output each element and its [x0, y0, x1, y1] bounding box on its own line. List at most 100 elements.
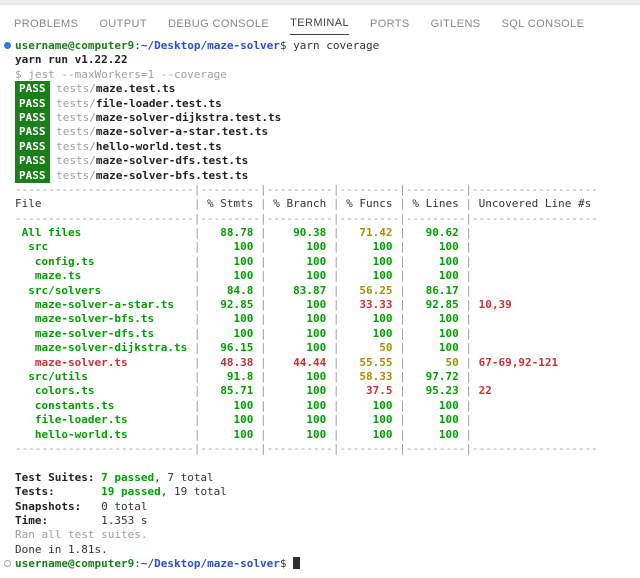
text-segment: | — [333, 284, 340, 297]
summary-label: Tests: — [15, 485, 101, 498]
coverage-cell: 100 — [406, 428, 466, 441]
text-segment: | — [399, 370, 406, 383]
command-decoration-icon[interactable] — [4, 560, 11, 567]
panel-tab-bar: PROBLEMS OUTPUT DEBUG CONSOLE TERMINAL PORTS… — [0, 5, 640, 35]
text-segment: | — [333, 341, 340, 354]
text-segment: | — [260, 269, 267, 282]
coverage-cell: 100 — [406, 327, 466, 340]
coverage-cell: 100 — [200, 428, 260, 441]
terminal-cursor — [293, 557, 300, 569]
coverage-cell: 100 — [340, 399, 400, 412]
summary-line: Time: 1.353 s — [3, 514, 640, 528]
prompt-user: username@computer9 — [15, 557, 134, 570]
text-segment: ---------------------------|---------|--… — [15, 183, 598, 196]
text-segment: | — [399, 399, 406, 412]
table-row: maze-solver-a-star.ts | 92.85 | 100 | 33… — [3, 298, 640, 312]
text-segment: | — [260, 428, 267, 441]
coverage-cell: 100 — [340, 312, 400, 325]
summary-total: 1.353 s — [101, 514, 147, 527]
coverage-cell: 58.33 — [340, 370, 400, 383]
test-dir: tests/ — [56, 125, 96, 138]
text-segment: | — [260, 197, 267, 210]
coverage-cell: 100 — [200, 255, 260, 268]
tab-output[interactable]: OUTPUT — [99, 18, 147, 35]
coverage-cell: 44.44 — [267, 356, 333, 369]
text-segment: | — [333, 312, 340, 325]
prompt-separator: : — [134, 39, 141, 52]
column-header: % Lines — [406, 197, 466, 210]
prompt-user: username@computer9 — [15, 39, 134, 52]
tab-ports[interactable]: PORTS — [370, 18, 410, 35]
text-segment: | — [399, 298, 406, 311]
summary-line: Tests: 19 passed, 19 total — [3, 485, 640, 499]
coverage-cell: 100 — [267, 428, 333, 441]
table-row: maze-solver-dijkstra.ts | 96.15 | 100 | … — [3, 341, 640, 355]
coverage-cell: 55.55 — [340, 356, 400, 369]
coverage-cell: 88.78 — [200, 226, 260, 239]
pass-line: PASS tests/hello-world.test.ts — [3, 140, 640, 154]
summary-passed: 7 passed — [101, 471, 154, 484]
coverage-cell: 48.38 — [200, 356, 260, 369]
text-segment: | — [260, 413, 267, 426]
text-segment: | — [465, 255, 472, 268]
table-row: All files | 88.78 | 90.38 | 71.42 | 90.6… — [3, 226, 640, 240]
coverage-cell: 100 — [340, 255, 400, 268]
text-segment: | — [465, 327, 472, 340]
text-segment: | — [465, 384, 472, 397]
yarn-version-line: yarn run v1.22.22 — [3, 53, 640, 67]
text-segment: | — [333, 356, 340, 369]
summary-line: Snapshots: 0 total — [3, 500, 640, 514]
decoration-gutter — [3, 557, 15, 571]
command-decoration-icon[interactable] — [4, 42, 11, 49]
command-text: yarn coverage — [293, 39, 379, 52]
file-cell: src/utils — [15, 370, 194, 383]
file-cell: hello-world.ts — [15, 428, 194, 441]
text-segment: | — [260, 298, 267, 311]
text-segment: | — [333, 413, 340, 426]
coverage-cell: 83.87 — [267, 284, 333, 297]
test-filename: file-loader.test.ts — [96, 97, 222, 110]
pass-line: PASS tests/maze-solver-dijkstra.test.ts — [3, 111, 640, 125]
coverage-cell: 100 — [200, 399, 260, 412]
coverage-cell: 56.25 — [340, 284, 400, 297]
coverage-cell: 100 — [200, 413, 260, 426]
text-segment: | — [399, 356, 406, 369]
pass-badge: PASS — [15, 168, 50, 183]
coverage-cell: 92.85 — [406, 298, 466, 311]
test-filename: maze-solver-a-star.test.ts — [96, 125, 268, 138]
file-cell: config.ts — [15, 255, 194, 268]
uncovered-cell: 10,39 — [472, 298, 598, 311]
file-cell: src — [15, 240, 194, 253]
test-dir: tests/ — [56, 140, 96, 153]
coverage-cell: 100 — [340, 327, 400, 340]
coverage-cell: 100 — [267, 327, 333, 340]
text-segment: | — [465, 356, 472, 369]
terminal[interactable]: username@computer9:~/Desktop/maze-solver… — [0, 35, 640, 571]
tab-gitlens[interactable]: GITLENS — [431, 18, 481, 35]
coverage-cell: 100 — [267, 384, 333, 397]
text-segment: | — [333, 399, 340, 412]
table-divider: ---------------------------|---------|--… — [3, 442, 640, 456]
test-dir: tests/ — [56, 169, 96, 182]
text-segment: | — [399, 327, 406, 340]
tab-terminal[interactable]: TERMINAL — [290, 17, 349, 35]
pass-line: PASS tests/maze.test.ts — [3, 82, 640, 96]
coverage-cell: 100 — [267, 413, 333, 426]
text-segment: | — [399, 384, 406, 397]
coverage-cell: 100 — [200, 269, 260, 282]
test-filename: maze-solver-dfs.test.ts — [96, 154, 248, 167]
table-row: colors.ts | 85.71 | 100 | 37.5 | 95.23 |… — [3, 384, 640, 398]
text-segment: | — [260, 370, 267, 383]
text-segment: | — [465, 298, 472, 311]
tab-sql-console[interactable]: SQL CONSOLE — [502, 18, 585, 35]
pass-badge: PASS — [15, 124, 50, 139]
tab-problems[interactable]: PROBLEMS — [14, 18, 78, 35]
coverage-cell: 100 — [406, 240, 466, 253]
tab-debug-console[interactable]: DEBUG CONSOLE — [168, 18, 269, 35]
pass-line: PASS tests/maze-solver-dfs.test.ts — [3, 154, 640, 168]
coverage-cell: 100 — [267, 255, 333, 268]
jest-command-line: $ jest --maxWorkers=1 --coverage — [3, 68, 640, 82]
test-dir: tests/ — [56, 97, 96, 110]
summary-label: Snapshots: — [15, 500, 101, 513]
text-segment: | — [465, 399, 472, 412]
